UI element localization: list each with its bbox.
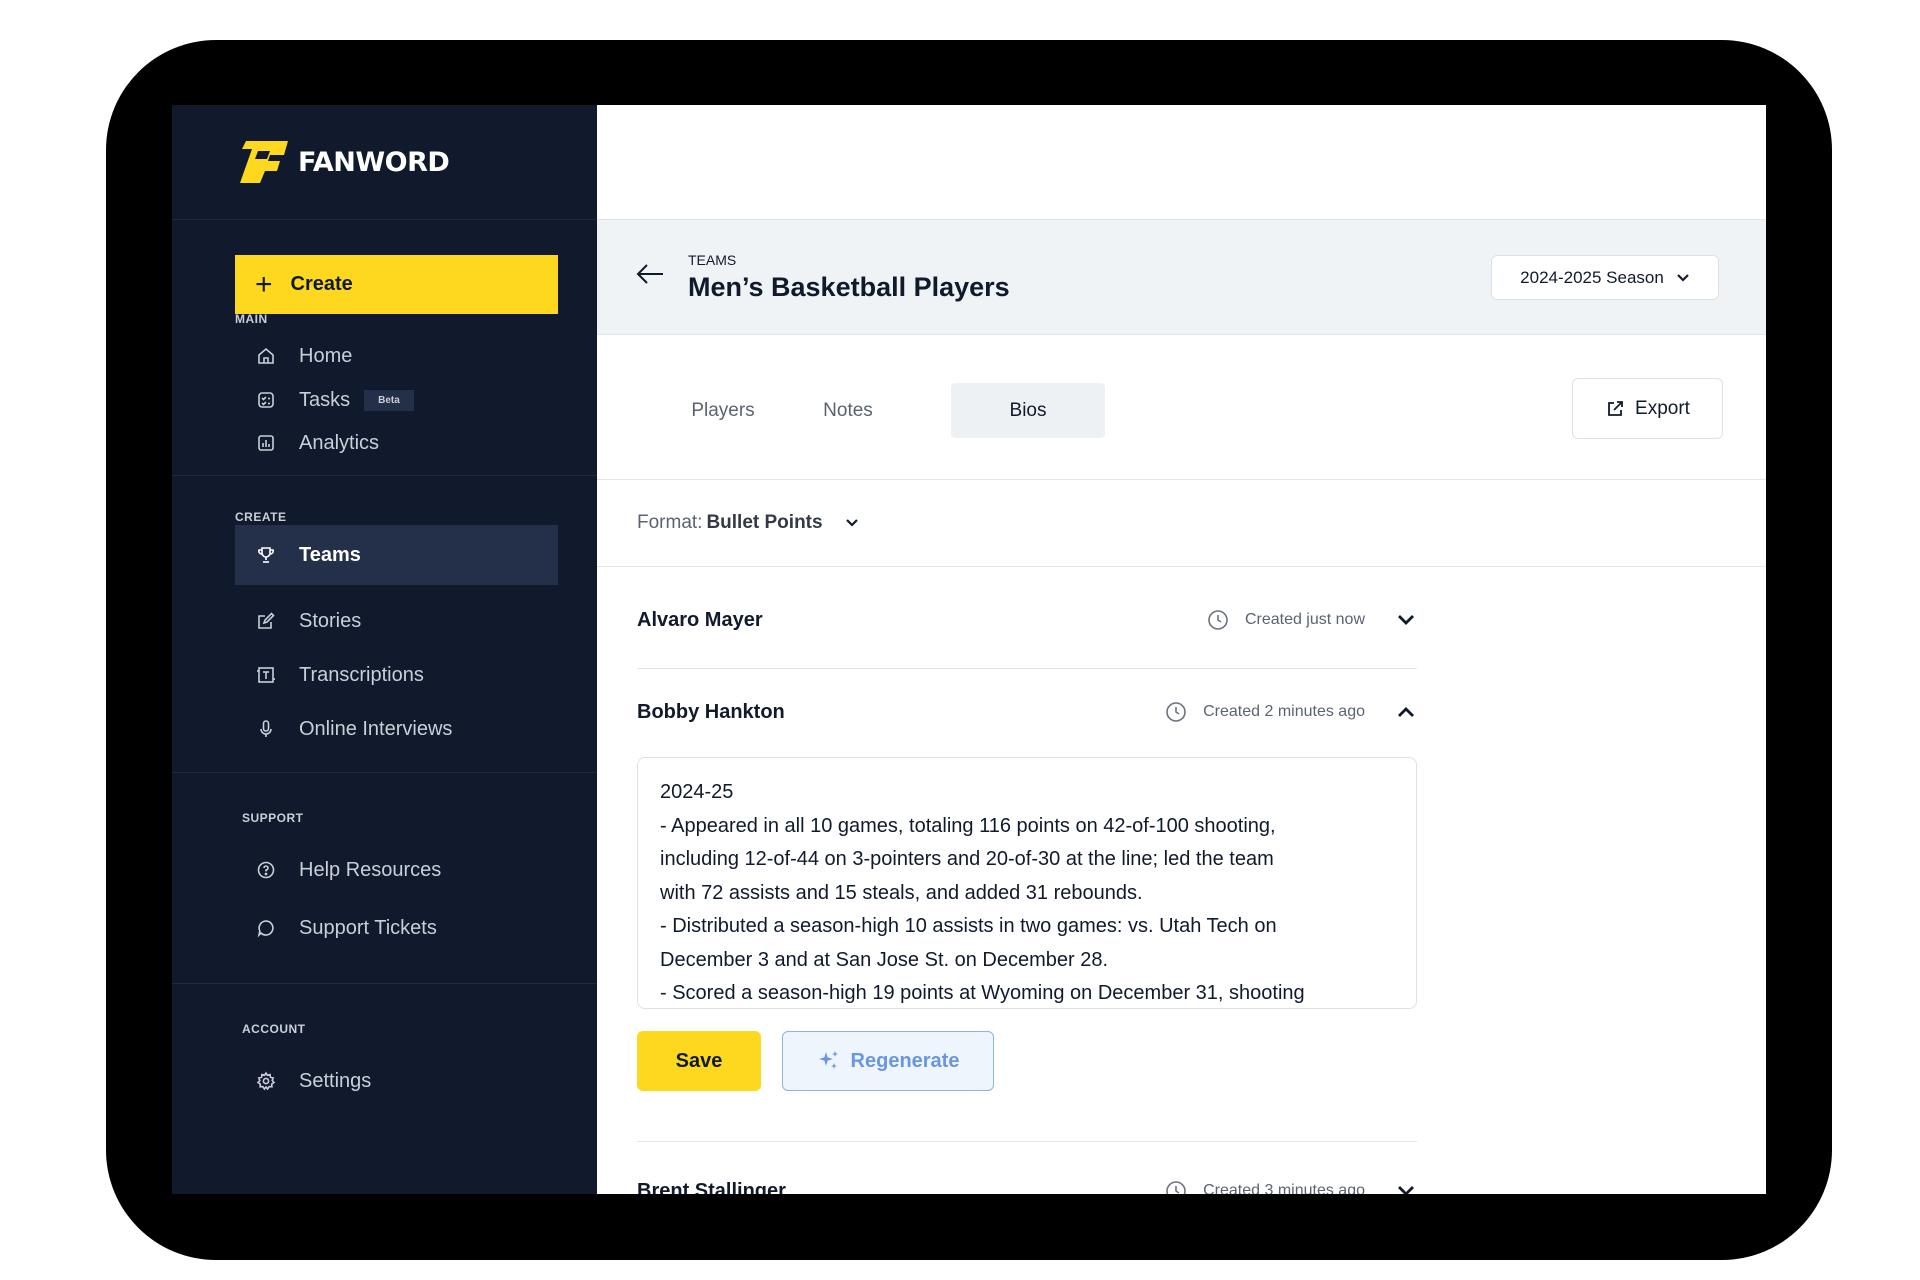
sidebar-divider: [172, 983, 597, 984]
transcription-icon: [255, 664, 277, 686]
bio-created: Created 3 minutes ago: [1165, 1180, 1365, 1194]
gear-icon: [255, 1070, 277, 1092]
bio-text-line: - Appeared in all 10 games, totaling 116…: [660, 814, 1276, 837]
page-header: TEAMS Men’s Basketball Players 2024-2025…: [597, 219, 1766, 335]
bio-text-line: including 12-of-44 on 3-pointers and 20-…: [660, 848, 1274, 870]
bio-created-text: Created 2 minutes ago: [1203, 703, 1365, 720]
help-icon: [255, 859, 277, 881]
page-title: Men’s Basketball Players: [688, 272, 1010, 302]
main-content: TEAMS Men’s Basketball Players 2024-2025…: [597, 105, 1766, 1194]
format-selector[interactable]: Format: Bullet Points: [597, 480, 1766, 567]
season-select-value: 2024-2025 Season: [1520, 267, 1664, 287]
sidebar-item-label: Analytics: [299, 431, 380, 454]
home-icon: [255, 345, 277, 367]
bio-text-line: December 3 and at San Jose St. on Decemb…: [660, 948, 1109, 971]
plus-icon: +: [255, 267, 273, 301]
bio-divider: [637, 1141, 1417, 1142]
bio-created: Created 2 minutes ago: [1165, 701, 1365, 723]
bio-text-line: - Scored a season-high 19 points at Wyom…: [660, 982, 1305, 1004]
sidebar-item-stories[interactable]: Stories: [235, 594, 558, 648]
microphone-icon: [255, 718, 277, 740]
bio-row[interactable]: Alvaro Mayer Created just now: [637, 603, 1417, 637]
section-support-label: SUPPORT: [242, 811, 304, 825]
section-main-label: MAIN: [235, 312, 268, 326]
sidebar-item-support-tickets[interactable]: Support Tickets: [235, 901, 558, 955]
bio-divider: [637, 668, 1417, 669]
tab-bios[interactable]: Bios: [951, 383, 1105, 438]
chat-icon: [255, 917, 277, 939]
back-arrow-icon[interactable]: [635, 262, 665, 286]
breadcrumb[interactable]: TEAMS: [688, 252, 736, 268]
sidebar-item-help-resources[interactable]: Help Resources: [235, 843, 558, 897]
chevron-down-icon: [1676, 268, 1690, 288]
tab-notes[interactable]: Notes: [792, 383, 904, 438]
sidebar-item-transcriptions[interactable]: Transcriptions: [235, 648, 558, 702]
trophy-icon: [255, 544, 277, 566]
save-button[interactable]: Save: [637, 1031, 761, 1091]
bio-created: Created just now: [1207, 609, 1365, 631]
create-label: Create: [290, 273, 353, 295]
section-create-label: CREATE: [235, 510, 287, 524]
logo[interactable]: FANWORD: [172, 105, 597, 220]
tasks-icon: [255, 389, 277, 411]
bio-row[interactable]: Brent Stallinger Created 3 minutes ago: [637, 1174, 1417, 1194]
bio-text-line: with 72 assists and 15 steals, and added…: [660, 881, 1143, 904]
format-value: Bullet Points: [706, 512, 823, 533]
beta-badge: Beta: [364, 389, 414, 411]
tabs-bar: Players Notes Bios Export: [597, 335, 1766, 480]
sidebar-item-label: Home: [299, 344, 353, 367]
bio-player-name: Bobby Hankton: [637, 700, 785, 723]
bio-player-name: Alvaro Mayer: [637, 608, 763, 631]
fanword-logo-icon: [240, 141, 292, 183]
sidebar-item-analytics[interactable]: Analytics: [235, 416, 558, 470]
export-button[interactable]: Export: [1572, 378, 1723, 439]
sidebar-item-label: Tasks: [299, 388, 351, 411]
format-label: Format:: [637, 512, 703, 533]
bio-text-line: - Distributed a season-high 10 assists i…: [660, 915, 1277, 937]
sidebar-item-label: Support Tickets: [299, 916, 437, 939]
analytics-icon: [255, 432, 277, 454]
sidebar-divider: [172, 475, 597, 476]
season-select[interactable]: 2024-2025 Season: [1491, 255, 1719, 300]
sidebar-item-label: Settings: [299, 1069, 372, 1092]
sidebar-item-settings[interactable]: Settings: [235, 1054, 558, 1108]
sidebar-item-label: Transcriptions: [299, 663, 424, 686]
clock-icon: [1207, 609, 1229, 631]
sidebar-item-label: Stories: [299, 609, 362, 632]
edit-icon: [255, 610, 277, 632]
regenerate-button[interactable]: Regenerate: [782, 1031, 994, 1091]
clock-icon: [1165, 1180, 1187, 1194]
section-account-label: ACCOUNT: [242, 1022, 306, 1036]
sidebar-item-teams[interactable]: Teams: [235, 525, 558, 585]
sidebar-item-label: Teams: [299, 543, 361, 566]
chevron-down-icon[interactable]: [845, 518, 859, 528]
chevron-down-icon[interactable]: [1395, 614, 1417, 626]
app-screen: FANWORD + Create MAIN Home Tasks Beta An…: [172, 105, 1766, 1194]
sidebar-item-label: Online Interviews: [299, 717, 453, 740]
clock-icon: [1165, 701, 1187, 723]
bio-created-text: Created just now: [1244, 611, 1365, 628]
sidebar-divider: [172, 772, 597, 773]
chevron-down-icon[interactable]: [1395, 1185, 1417, 1194]
regenerate-label: Regenerate: [850, 1049, 960, 1072]
create-button[interactable]: + Create: [235, 255, 558, 314]
sidebar-item-online-interviews[interactable]: Online Interviews: [235, 702, 558, 756]
sparkle-icon: [817, 1049, 841, 1073]
sidebar: FANWORD + Create MAIN Home Tasks Beta An…: [172, 105, 597, 1194]
sidebar-item-label: Help Resources: [299, 858, 442, 881]
bio-textarea[interactable]: 2024-25 - Appeared in all 10 games, tota…: [637, 757, 1417, 1009]
bio-created-text: Created 3 minutes ago: [1203, 1182, 1365, 1194]
brand-name: FANWORD: [298, 146, 450, 178]
external-link-icon: [1605, 399, 1625, 419]
bio-row[interactable]: Bobby Hankton Created 2 minutes ago: [637, 695, 1417, 729]
tab-players[interactable]: Players: [667, 383, 779, 438]
bio-player-name: Brent Stallinger: [637, 1179, 786, 1195]
bio-text-line: 2024-25: [660, 781, 734, 803]
chevron-up-icon[interactable]: [1395, 706, 1417, 718]
export-label: Export: [1635, 397, 1690, 419]
